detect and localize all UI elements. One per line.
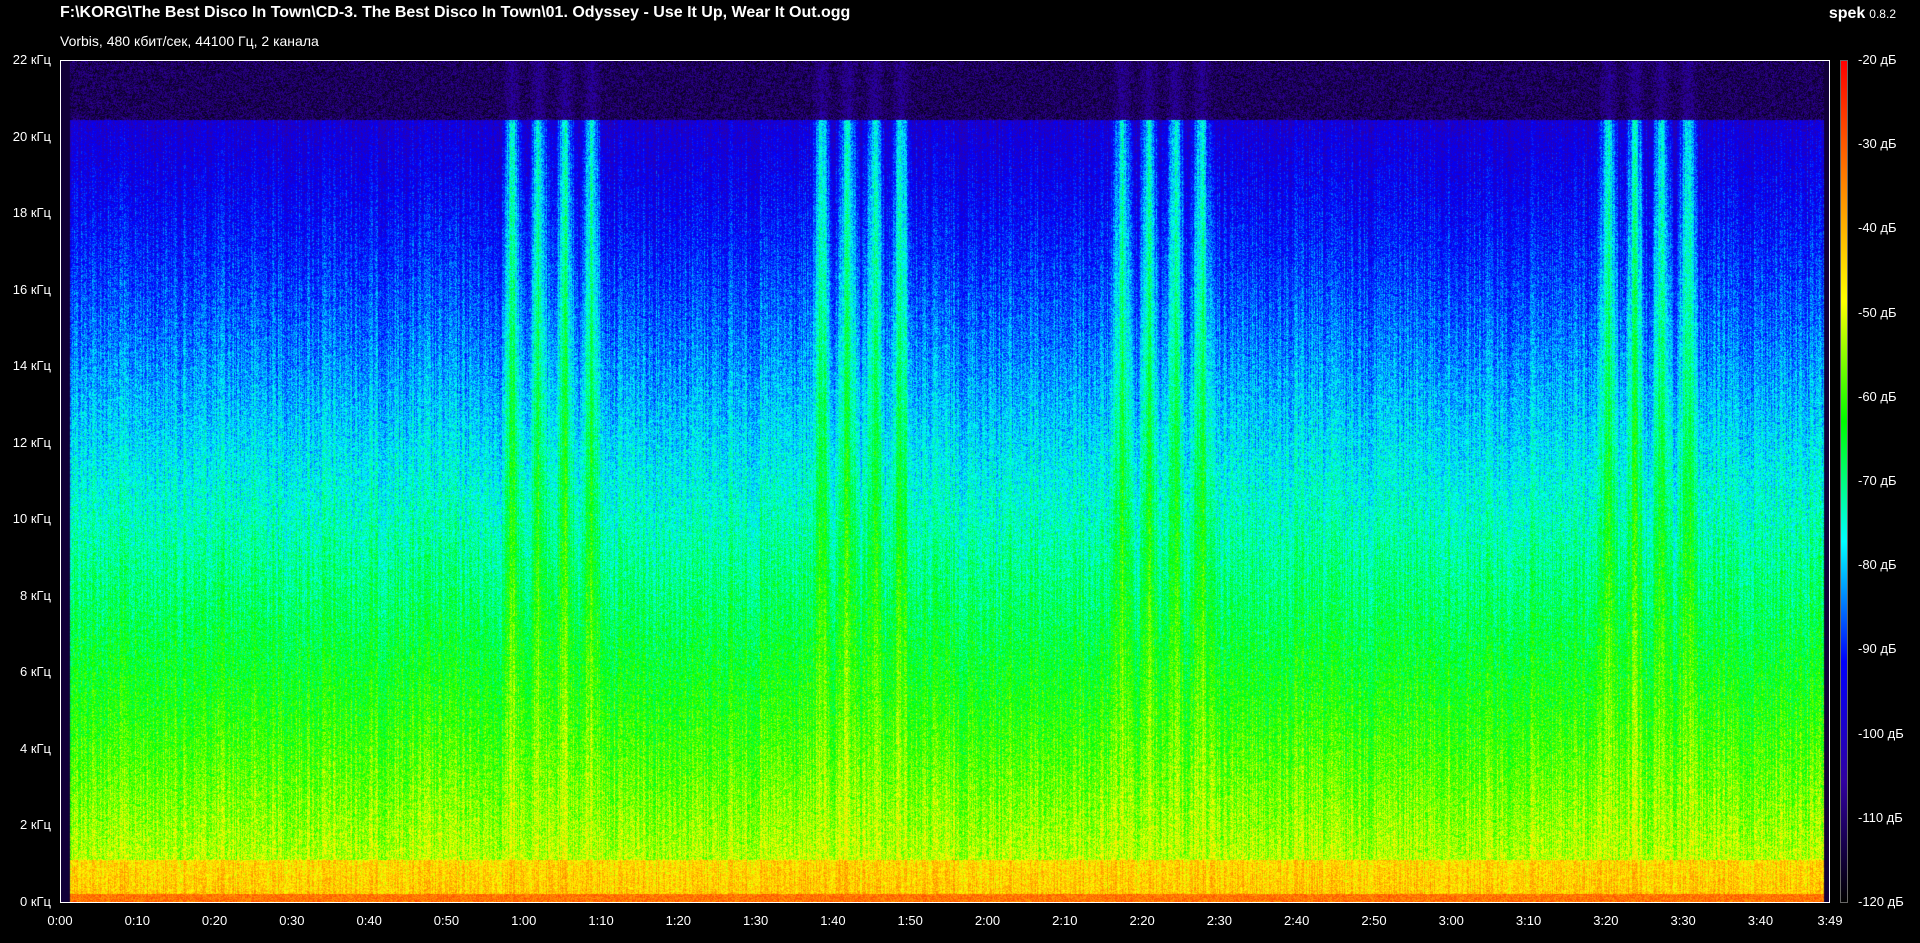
freq-tick-label: 16 кГц xyxy=(12,281,51,297)
time-tick-label: 2:30 xyxy=(1206,913,1233,928)
freq-tick-label: 2 кГц xyxy=(19,817,51,833)
freq-tick-label: 14 кГц xyxy=(12,358,51,374)
db-colorbar xyxy=(1840,60,1848,903)
time-tick-label: 0:00 xyxy=(47,913,73,928)
time-tick-label: 1:30 xyxy=(742,913,769,928)
time-tick-label: 0:20 xyxy=(201,913,228,928)
time-tick-label: 0:30 xyxy=(279,913,305,928)
time-tick-label: 1:10 xyxy=(588,913,614,928)
time-tick-label: 3:40 xyxy=(1747,913,1774,928)
time-tick-label: 3:20 xyxy=(1593,913,1619,928)
spectrogram-view[interactable] xyxy=(60,60,1830,903)
time-tick-label: 2:40 xyxy=(1284,913,1310,928)
freq-tick-label: 12 кГц xyxy=(12,434,51,450)
app-brand: spek 0.8.2 xyxy=(1829,5,1896,23)
time-tick-label: 3:30 xyxy=(1670,913,1696,928)
time-tick-label: 0:50 xyxy=(433,913,460,928)
db-tick-label: -80 дБ xyxy=(1858,557,1897,573)
time-tick-label: 0:40 xyxy=(356,913,382,928)
app-version: 0.8.2 xyxy=(1869,7,1896,21)
freq-tick-label: 20 кГц xyxy=(12,128,51,144)
time-tick-label: 2:50 xyxy=(1361,913,1387,928)
time-tick-label: 1:40 xyxy=(820,913,846,928)
db-tick-label: -70 дБ xyxy=(1858,473,1897,488)
db-tick-label: -40 дБ xyxy=(1858,220,1897,236)
time-tick-label: 3:49 xyxy=(1817,913,1843,928)
db-tick-label: -30 дБ xyxy=(1858,136,1897,152)
time-tick-label: 2:10 xyxy=(1052,913,1078,928)
time-tick-label: 2:00 xyxy=(974,913,1001,928)
app-name: spek xyxy=(1828,5,1866,22)
time-tick-label: 3:00 xyxy=(1438,913,1464,928)
spectrogram-canvas[interactable] xyxy=(61,61,1829,902)
db-tick-label: -20 дБ xyxy=(1858,52,1897,67)
freq-tick-label: 10 кГц xyxy=(12,511,51,527)
time-tick-label: 2:20 xyxy=(1129,913,1155,928)
audio-info: Vorbis, 480 кбит/сек, 44100 Гц, 2 канала xyxy=(60,33,319,49)
file-title: F:\KORG\The Best Disco In Town\CD-3. The… xyxy=(60,4,851,21)
freq-tick-label: 8 кГц xyxy=(19,587,51,603)
freq-tick-label: 4 кГц xyxy=(19,740,51,756)
db-tick-label: -50 дБ xyxy=(1858,304,1897,320)
db-tick-label: -60 дБ xyxy=(1858,388,1897,404)
time-tick-label: 1:20 xyxy=(665,913,691,928)
time-tick-label: 1:50 xyxy=(897,913,923,928)
freq-tick-label: 6 кГц xyxy=(19,664,51,680)
db-tick-label: -100 дБ xyxy=(1858,725,1904,741)
time-tick-label: 1:00 xyxy=(511,913,537,928)
db-tick-label: -120 дБ xyxy=(1858,894,1904,909)
freq-tick-label: 0 кГц xyxy=(19,894,51,909)
db-tick-label: -110 дБ xyxy=(1858,809,1903,825)
time-tick-label: 0:10 xyxy=(124,913,150,928)
freq-tick-label: 18 кГц xyxy=(12,205,51,221)
db-tick-label: -90 дБ xyxy=(1858,641,1897,657)
freq-tick-label: 22 кГц xyxy=(12,52,51,67)
time-tick-label: 3:10 xyxy=(1515,913,1542,928)
